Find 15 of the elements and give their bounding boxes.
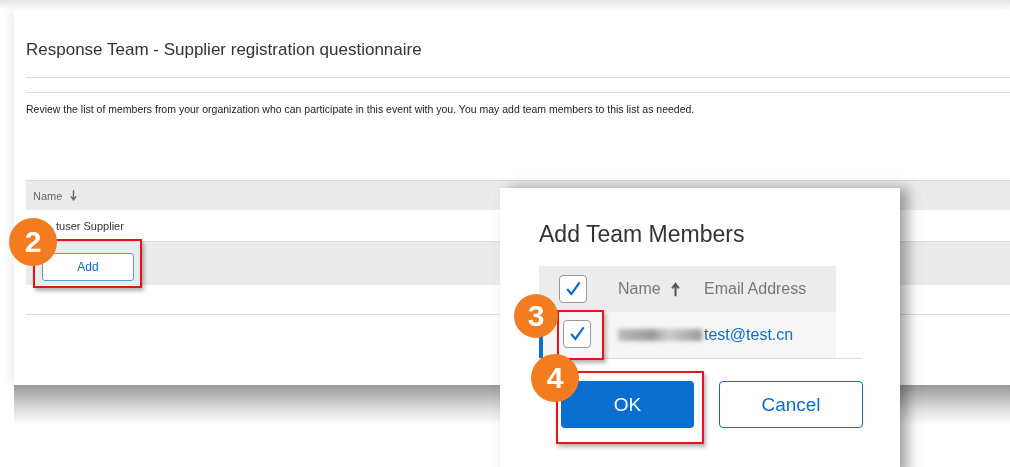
dialog-title: Add Team Members bbox=[539, 221, 746, 248]
email-link[interactable]: test@test.cn bbox=[704, 326, 794, 344]
table-cell: tuser Supplier bbox=[56, 219, 124, 232]
sort-ascending-icon[interactable] bbox=[670, 281, 680, 297]
checkbox[interactable] bbox=[563, 320, 591, 348]
description-text: Review the list of members from your organization who can participate in this event with you. You may add team members to this list as needed. bbox=[26, 103, 696, 115]
column-header[interactable]: Name bbox=[33, 189, 63, 202]
step-badge: 2 bbox=[9, 218, 57, 266]
step-badge: 3 bbox=[514, 294, 558, 338]
add-button[interactable]: Add bbox=[42, 253, 134, 281]
cancel-button[interactable]: Cancel bbox=[719, 381, 863, 428]
step-badge: 4 bbox=[531, 354, 579, 402]
page-title: Response Team - Supplier registration questionnaire bbox=[26, 40, 423, 61]
checkbox[interactable] bbox=[559, 275, 587, 303]
sort-descending-icon[interactable] bbox=[70, 190, 78, 201]
